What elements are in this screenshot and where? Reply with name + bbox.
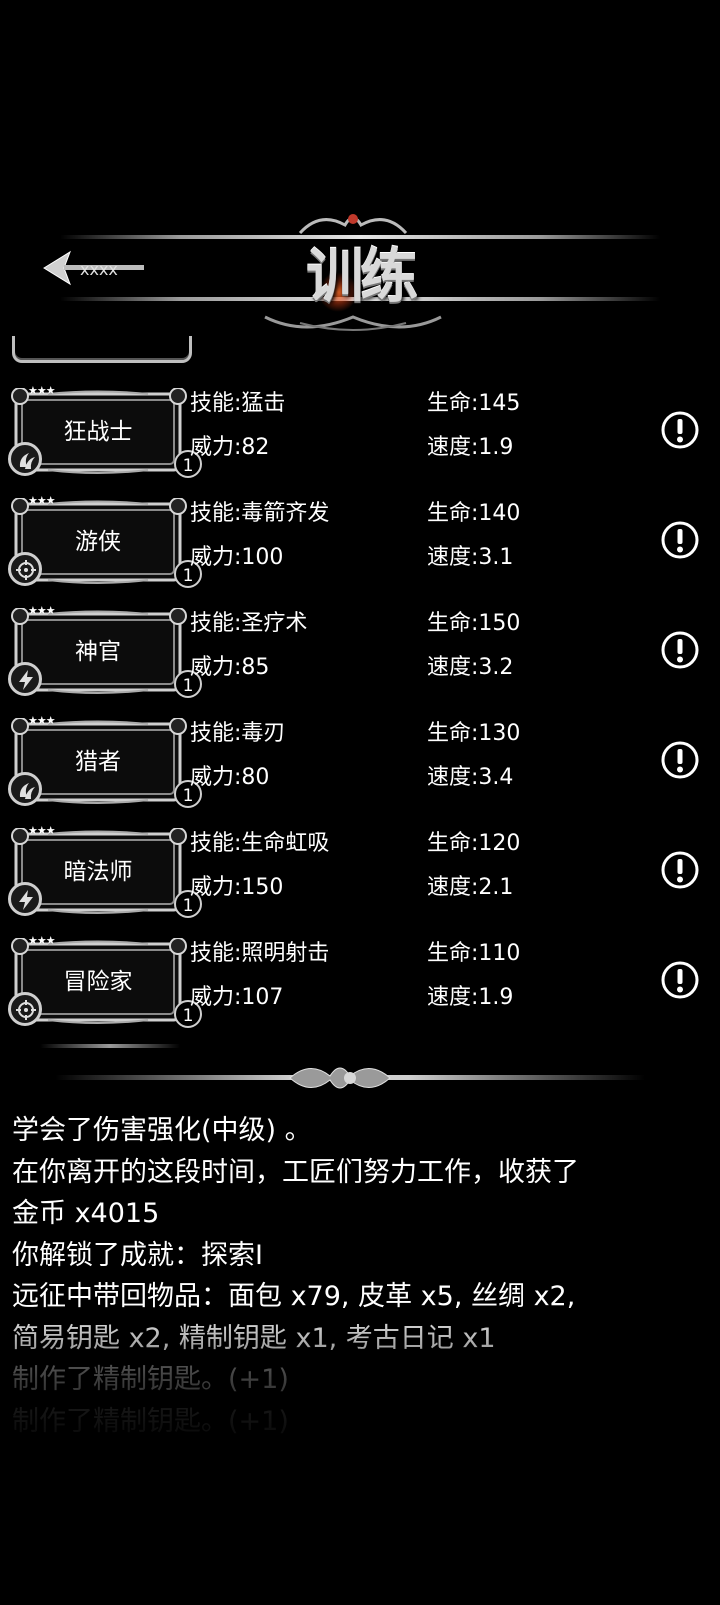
hero-speed: 速度:1.9	[427, 435, 514, 460]
lightning-icon	[8, 662, 42, 696]
hero-power: 威力:107	[190, 985, 284, 1010]
hero-card[interactable]: ★★★ 暗法师 1	[8, 824, 202, 918]
hero-info-button[interactable]	[660, 960, 700, 1000]
hero-row[interactable]: ★★★ 暗法师 1 技能:生命虹吸 威力:150 生命:120 速度:2.1	[0, 824, 720, 938]
exclamation-circle-icon	[661, 851, 699, 889]
lightning-icon	[8, 882, 42, 916]
exclamation-circle-icon	[661, 411, 699, 449]
claw-icon	[8, 442, 42, 476]
hero-hp: 生命:150	[427, 611, 521, 636]
hero-name: 神官	[75, 639, 121, 665]
hero-name: 猎者	[75, 749, 121, 775]
hero-name: 狂战士	[63, 419, 133, 445]
hero-card[interactable]: ★★★ 神官 1	[8, 604, 202, 698]
star-rating: ★★★	[28, 604, 56, 617]
log-line: 制作了精制钥匙。(+1)	[12, 1364, 289, 1395]
hero-card[interactable]: ★★★ 冒险家 1	[8, 934, 202, 1028]
hero-info-button[interactable]	[660, 740, 700, 780]
hero-speed: 速度:2.1	[427, 875, 514, 900]
exclamation-circle-icon	[661, 521, 699, 559]
hero-speed: 速度:3.1	[427, 545, 514, 570]
hero-power: 威力:80	[190, 765, 270, 790]
hero-row[interactable]: ★★★ 神官 1 技能:圣疗术 威力:85 生命:150 速度:3.2	[0, 604, 720, 718]
card-frame-fragment	[40, 1044, 180, 1048]
log-line: 简易钥匙 x2, 精制钥匙 x1, 考古日记 x1	[12, 1322, 496, 1354]
card-frame-fragment	[12, 336, 192, 363]
hero-hp: 生命:145	[427, 391, 521, 416]
log-line: 在你离开的这段时间，工匠们努力工作，收获了	[12, 1156, 579, 1188]
ornament-divider	[55, 1058, 645, 1102]
hero-skill: 技能:猛击	[190, 391, 286, 416]
star-rating: ★★★	[28, 384, 56, 397]
hero-card[interactable]: ★★★ 猎者 1	[8, 714, 202, 808]
hero-hp: 生命:130	[427, 721, 521, 746]
log-line: 金币 x4015	[12, 1198, 160, 1229]
exclamation-circle-icon	[661, 961, 699, 999]
hero-card[interactable]: ★★★ 游侠 1	[8, 494, 202, 588]
hero-skill: 技能:照明射击	[190, 941, 330, 966]
hero-skill: 技能:圣疗术	[190, 611, 308, 636]
hero-speed: 速度:1.9	[427, 985, 514, 1010]
hero-row[interactable]: ★★★ 游侠 1 技能:毒箭齐发 威力:100 生命:140 速度:3.1	[0, 494, 720, 608]
star-rating: ★★★	[28, 934, 56, 947]
ornate-back-arrow-icon: xxxx	[43, 250, 144, 286]
hero-list[interactable]: ★★★ 狂战士 1 技能:猛击 威力:82 生命:145 速度:1.9 ★★★ …	[0, 336, 720, 1056]
hero-row[interactable]: ★★★ 狂战士 1 技能:猛击 威力:82 生命:145 速度:1.9	[0, 384, 720, 498]
log-line: 远征中带回物品：面包 x79, 皮革 x5, 丝绸 x2,	[12, 1281, 576, 1312]
claw-icon	[8, 772, 42, 806]
svg-text:xxxx: xxxx	[80, 260, 118, 279]
exclamation-circle-icon	[661, 741, 699, 779]
hero-power: 威力:85	[190, 655, 270, 680]
training-screen: xxxx 训练 ★★★ 狂战士 1 技能:猛击 威力:82 生命:145 速度:…	[0, 0, 720, 1605]
hero-info-button[interactable]	[660, 410, 700, 450]
hero-card[interactable]: ★★★ 狂战士 1	[8, 384, 202, 478]
hero-power: 威力:82	[190, 435, 270, 460]
hero-info-button[interactable]	[660, 520, 700, 560]
star-rating: ★★★	[28, 714, 56, 727]
hero-name: 游侠	[75, 529, 121, 555]
log-line: 学会了伤害强化(中级) 。	[12, 1115, 312, 1146]
hero-speed: 速度:3.4	[427, 765, 514, 790]
hero-row[interactable]: ★★★ 猎者 1 技能:毒刃 威力:80 生命:130 速度:3.4	[0, 714, 720, 828]
log-line: 制作了精制钥匙。(+1)	[12, 1405, 289, 1437]
back-button[interactable]: xxxx	[40, 248, 150, 288]
page-title: 训练	[305, 242, 418, 310]
hero-hp: 生命:140	[427, 501, 521, 526]
hero-info-button[interactable]	[660, 850, 700, 890]
hero-row[interactable]: ★★★ 冒险家 1 技能:照明射击 威力:107 生命:110 速度:1.9	[0, 934, 720, 1048]
hero-hp: 生命:120	[427, 831, 521, 856]
log-line: 你解锁了成就：探索I	[12, 1239, 263, 1271]
hero-hp: 生命:110	[427, 941, 521, 966]
star-rating: ★★★	[28, 494, 56, 507]
hero-skill: 技能:毒刃	[190, 721, 286, 746]
star-rating: ★★★	[28, 824, 56, 837]
hero-name: 暗法师	[63, 859, 133, 885]
hero-speed: 速度:3.2	[427, 655, 514, 680]
hero-name: 冒险家	[63, 969, 133, 995]
hero-info-button[interactable]	[660, 630, 700, 670]
message-log: 学会了伤害强化(中级) 。 在你离开的这段时间，工匠们努力工作，收获了 金币 x…	[12, 1110, 712, 1442]
hero-skill: 技能:毒箭齐发	[190, 501, 330, 526]
exclamation-circle-icon	[661, 631, 699, 669]
hero-power: 威力:100	[190, 545, 284, 570]
hero-power: 威力:150	[190, 875, 284, 900]
crosshair-icon	[8, 992, 42, 1026]
hero-skill: 技能:生命虹吸	[190, 831, 330, 856]
crosshair-icon	[8, 552, 42, 586]
